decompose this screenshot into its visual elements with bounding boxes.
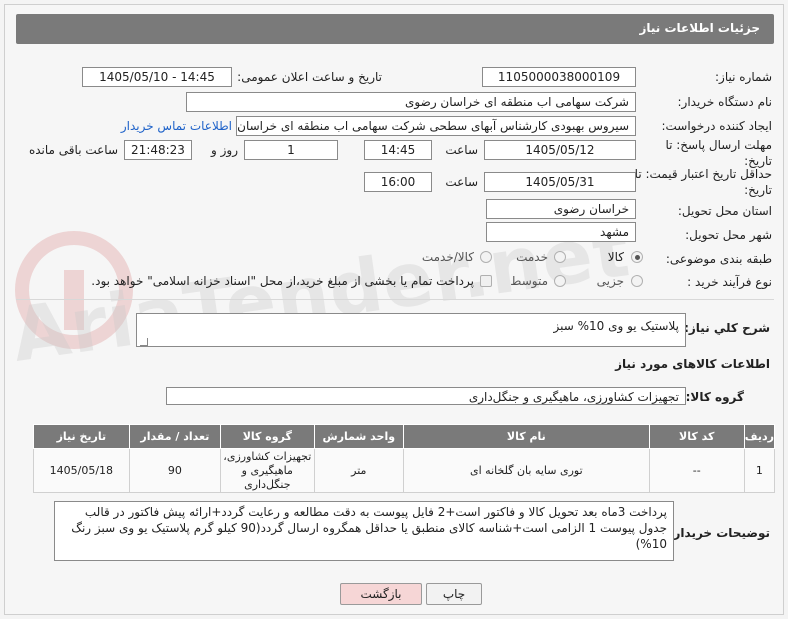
print-button[interactable]: چاپ (426, 583, 482, 605)
col-qty: تعداد / مقدار (128, 424, 222, 449)
buyer-field: شرکت سهامی اب منطقه ای خراسان رضوی (186, 92, 636, 112)
cell-group: تجهیزات کشاورزی، ماهیگیری و جنگل‌داری (220, 448, 315, 493)
province-field: خراسان رضوی (486, 199, 636, 219)
panel-header: جزئیات اطلاعات نیاز (16, 14, 774, 44)
category-both-label: کالا/خدمت (421, 250, 474, 264)
announce-label: تاریخ و ساعت اعلان عمومی: (237, 70, 382, 84)
deadline-label: مهلت ارسال پاسخ: تا تاریخ: (665, 138, 772, 168)
divider (16, 299, 774, 300)
deadline-time-field: 14:45 (364, 140, 432, 160)
category-goods-label: کالا (607, 250, 624, 264)
treasury-payment-note: پرداخت تمام یا بخشی از مبلغ خرید،از محل … (91, 274, 474, 288)
announce-field: 1405/05/10 - 14:45 (82, 67, 232, 87)
category-goods-radio[interactable] (631, 251, 643, 263)
treasury-payment-checkbox[interactable] (480, 275, 492, 287)
summary-field: پلاستیک یو وی 10% سبز (136, 313, 686, 347)
panel-title: جزئیات اطلاعات نیاز (639, 21, 760, 35)
goods-table: ردیف کد کالا نام کالا واحد شمارش گروه کا… (33, 424, 776, 493)
deadline-date-field: 1405/05/12 (484, 140, 636, 160)
city-label: شهر محل تحویل: (685, 228, 772, 242)
col-date: تاریخ نیاز (33, 424, 130, 449)
col-unit: واحد شمارش (313, 424, 405, 449)
validity-hour-label: ساعت (445, 175, 478, 189)
cell-row: 1 (743, 448, 776, 493)
creator-label: ایجاد کننده درخواست: (661, 119, 772, 133)
process-label: نوع فرآیند خرید : (687, 275, 772, 289)
need-number-field: 1105000038000109 (482, 67, 636, 87)
col-group: گروه کالا (220, 424, 315, 449)
goods-section-title: اطلاعات کالاهای مورد نیاز (615, 357, 770, 371)
process-minor-radio[interactable] (631, 275, 643, 287)
cell-unit: متر (313, 448, 405, 493)
process-minor-label: جزیی (596, 274, 624, 288)
category-label: طبقه بندی موضوعی: (665, 252, 772, 266)
category-both-radio[interactable] (480, 251, 492, 263)
deadline-hour-label: ساعت (445, 143, 478, 157)
cell-date: 1405/05/18 (33, 448, 130, 493)
process-medium-radio[interactable] (554, 275, 566, 287)
days-field: 1 (244, 140, 338, 160)
contact-buyer-link[interactable]: اطلاعات تماس خریدار (121, 119, 232, 133)
goods-group-label: گروه کالا: (685, 390, 744, 404)
col-name: نام کالا (403, 424, 650, 449)
province-label: استان محل تحویل: (677, 204, 772, 218)
cell-qty: 90 (128, 448, 222, 493)
table-row: 1 -- توری سایه بان گلخانه ای متر تجهیزات… (33, 448, 776, 493)
goods-group-field: تجهیزات کشاورزی، ماهیگیری و جنگل‌داری (166, 387, 686, 405)
city-field: مشهد (486, 222, 636, 242)
cell-name: توری سایه بان گلخانه ای (403, 448, 650, 493)
validity-label: حداقل تاریخ اعتبار قیمت: تا تاریخ: (634, 167, 772, 197)
notes-label: توضیحات خریدار: (668, 526, 770, 540)
validity-time-field: 16:00 (364, 172, 432, 192)
cell-code: -- (648, 448, 745, 493)
process-medium-label: متوسط (510, 274, 548, 288)
need-number-label: شماره نیاز: (715, 70, 772, 84)
summary-label: شرح کلي نياز: (684, 321, 770, 335)
buyer-label: نام دستگاه خریدار: (677, 95, 773, 109)
back-button[interactable]: بازگشت (340, 583, 422, 605)
category-service-radio[interactable] (554, 251, 566, 263)
col-code: کد کالا (648, 424, 745, 449)
days-label: روز و (211, 143, 238, 157)
validity-date-field: 1405/05/31 (484, 172, 636, 192)
col-row: ردیف (743, 424, 776, 449)
category-service-label: خدمت (516, 250, 548, 264)
remaining-time-field: 21:48:23 (124, 140, 192, 160)
creator-field: سیروس بهبودی کارشناس آبهای سطحی شرکت سها… (236, 116, 636, 136)
remaining-label: ساعت باقی مانده (28, 143, 118, 157)
notes-field: پرداخت 3ماه بعد تحویل کالا و فاکتور است+… (54, 501, 674, 561)
resize-handle-icon[interactable] (140, 338, 148, 346)
